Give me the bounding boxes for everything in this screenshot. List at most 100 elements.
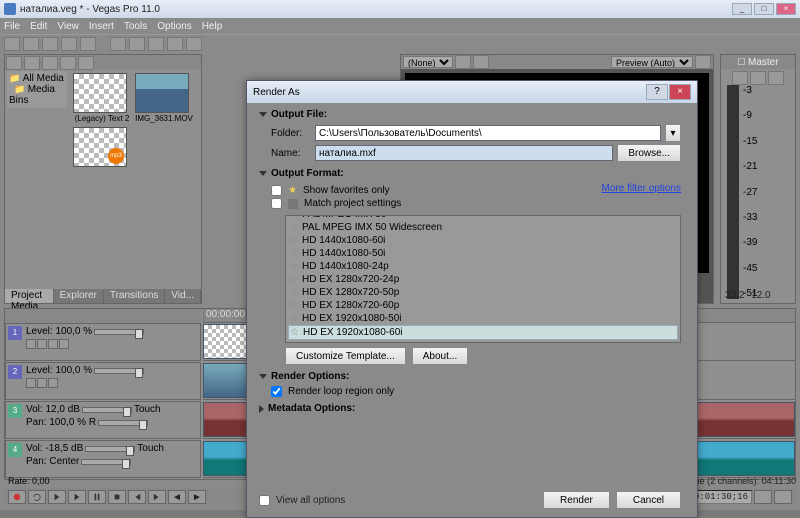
media-tool[interactable] <box>78 56 94 70</box>
format-item[interactable]: ☆HD EX 1280x720-24p <box>288 273 678 286</box>
track-mute[interactable] <box>26 378 36 388</box>
format-item[interactable]: ☆HD EX 1280x720-60p <box>288 299 678 312</box>
play-button[interactable] <box>68 490 86 504</box>
master-tool[interactable] <box>732 71 748 85</box>
tool-a[interactable] <box>754 490 772 504</box>
new-button[interactable] <box>4 37 20 51</box>
pause-button[interactable] <box>88 490 106 504</box>
format-item[interactable]: ☆PAL MPEG IMX 50 Widescreen <box>288 221 678 234</box>
menu-edit[interactable]: Edit <box>30 21 47 32</box>
preview-tool[interactable] <box>473 55 489 69</box>
preview-quality-select[interactable]: Preview (Auto) <box>611 56 693 68</box>
menu-tools[interactable]: Tools <box>124 21 147 32</box>
maximize-button[interactable]: □ <box>754 3 774 15</box>
disclosure-icon[interactable] <box>259 374 267 379</box>
render-loop-checkbox[interactable] <box>271 386 282 397</box>
next-button[interactable]: ► <box>188 490 206 504</box>
track-solo[interactable] <box>37 339 47 349</box>
tab-video[interactable]: Vid... <box>165 289 201 303</box>
format-item[interactable]: ☆HD 1440x1080-50i <box>288 247 678 260</box>
tab-transitions[interactable]: Transitions <box>104 289 166 303</box>
open-button[interactable] <box>23 37 39 51</box>
media-item[interactable]: (Legacy) Text 2 <box>73 73 131 123</box>
folder-dropdown[interactable]: ▾ <box>665 124 681 142</box>
record-button[interactable] <box>8 490 26 504</box>
dialog-titlebar[interactable]: Render As ? × <box>247 81 697 103</box>
menu-help[interactable]: Help <box>202 21 223 32</box>
preview-tool[interactable] <box>455 55 471 69</box>
go-start-button[interactable] <box>128 490 146 504</box>
disclosure-icon[interactable] <box>259 112 267 117</box>
menu-file[interactable]: File <box>4 21 20 32</box>
preview-tool[interactable] <box>695 55 711 69</box>
render-button[interactable]: Render <box>543 491 610 509</box>
paste-button[interactable] <box>148 37 164 51</box>
folder-input[interactable] <box>315 125 661 141</box>
track-header[interactable]: 2 Level: 100,0 % <box>5 362 201 400</box>
customize-template-button[interactable]: Customize Template... <box>285 347 406 365</box>
master-tool[interactable] <box>768 71 784 85</box>
format-item[interactable]: ☆HD 1440x1080-60i <box>288 234 678 247</box>
cancel-button[interactable]: Cancel <box>616 491 681 509</box>
format-item[interactable]: ☆HD EX 1920x1080-50i <box>288 312 678 325</box>
pan-slider[interactable] <box>81 459 131 465</box>
media-tree[interactable]: 📁 All Media 📁 Media Bins <box>7 71 67 108</box>
master-tool[interactable] <box>750 71 766 85</box>
format-item[interactable]: ☆HD EX 1280x720-50p <box>288 286 678 299</box>
media-tool[interactable] <box>60 56 76 70</box>
preview-device-select[interactable]: (None) <box>403 56 453 68</box>
copy-button[interactable] <box>129 37 145 51</box>
tab-explorer[interactable]: Explorer <box>54 289 104 303</box>
browse-button[interactable]: Browse... <box>617 144 681 162</box>
dialog-close-button[interactable]: × <box>669 84 691 100</box>
stop-button[interactable] <box>108 490 126 504</box>
media-item[interactable]: mp3 <box>73 127 131 167</box>
format-item[interactable]: ☆HD 1440x1080-24p <box>288 260 678 273</box>
dialog-help-button[interactable]: ? <box>646 84 668 100</box>
media-tool[interactable] <box>42 56 58 70</box>
track-fx[interactable] <box>48 378 58 388</box>
go-end-button[interactable] <box>148 490 166 504</box>
toolbar-button[interactable] <box>80 37 96 51</box>
tab-project-media[interactable]: Project Media <box>5 289 54 303</box>
about-button[interactable]: About... <box>412 347 468 365</box>
track-header[interactable]: 1 Level: 100,0 % <box>5 323 201 361</box>
show-favorites-checkbox[interactable] <box>271 185 282 196</box>
pan-slider[interactable] <box>98 420 148 426</box>
media-tool[interactable] <box>6 56 22 70</box>
disclosure-icon[interactable] <box>259 405 264 413</box>
disclosure-icon[interactable] <box>259 171 267 176</box>
toolbar-button[interactable] <box>61 37 77 51</box>
media-tool[interactable] <box>24 56 40 70</box>
level-slider[interactable] <box>94 368 144 374</box>
close-button[interactable]: × <box>776 3 796 15</box>
track-auto[interactable] <box>59 339 69 349</box>
track-fx[interactable] <box>48 339 58 349</box>
track-header[interactable]: 3 Vol: 12,0 dBTouch Pan: 100,0 % R <box>5 401 201 439</box>
play-start-button[interactable] <box>48 490 66 504</box>
format-item[interactable]: ☆HD EX 1920x1080-60i <box>288 325 678 340</box>
vol-slider[interactable] <box>85 446 135 452</box>
track-mute[interactable] <box>26 339 36 349</box>
name-input[interactable] <box>315 145 613 161</box>
loop-button[interactable] <box>28 490 46 504</box>
undo-button[interactable] <box>167 37 183 51</box>
tool-b[interactable] <box>774 490 792 504</box>
minimize-button[interactable]: _ <box>732 3 752 15</box>
format-list[interactable]: ☆PAL DV☆PAL DV Widescreen☆PAL MPEG IMX 5… <box>285 215 681 343</box>
save-button[interactable] <box>42 37 58 51</box>
menu-options[interactable]: Options <box>157 21 191 32</box>
match-project-checkbox[interactable] <box>271 198 282 209</box>
level-slider[interactable] <box>94 329 144 335</box>
track-header[interactable]: 4 Vol: -18,5 dBTouch Pan: Center <box>5 440 201 478</box>
vol-slider[interactable] <box>82 407 132 413</box>
redo-button[interactable] <box>186 37 202 51</box>
cut-button[interactable] <box>110 37 126 51</box>
menu-view[interactable]: View <box>57 21 79 32</box>
menu-insert[interactable]: Insert <box>89 21 114 32</box>
media-item[interactable]: IMG_3631.MOV <box>135 73 193 123</box>
more-filter-link[interactable]: More filter options <box>602 183 681 194</box>
view-all-checkbox[interactable] <box>259 495 270 506</box>
prev-button[interactable]: ◄ <box>168 490 186 504</box>
track-solo[interactable] <box>37 378 47 388</box>
